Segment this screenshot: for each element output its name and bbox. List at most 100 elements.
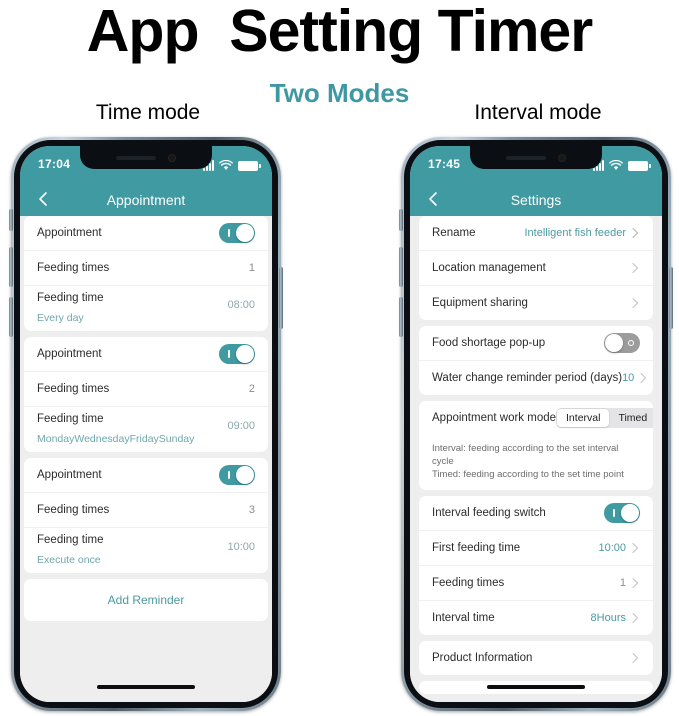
volume-up-button[interactable]	[399, 247, 403, 287]
equipment-sharing-row[interactable]: Equipment sharing	[419, 286, 653, 320]
work-mode-segmented-control[interactable]: Interval Timed	[556, 408, 653, 428]
add-reminder-card[interactable]: Add Reminder	[24, 579, 268, 621]
power-button[interactable]	[669, 267, 673, 329]
product-information-row[interactable]: Product Information	[419, 641, 653, 675]
appointment-toggle-row[interactable]: Appointment	[24, 458, 268, 493]
interval-time-row[interactable]: Interval time 8Hours	[419, 601, 653, 635]
product-information-card[interactable]: Product Information	[419, 641, 653, 675]
interval-feeding-switch-label: Interval feeding switch	[432, 507, 546, 519]
product-information-label: Product Information	[432, 652, 533, 664]
feeding-times-label: Feeding times	[37, 262, 110, 274]
chevron-right-icon	[632, 262, 639, 274]
alerts-card: Food shortage pop-up Water change remind…	[419, 326, 653, 395]
status-time: 17:04	[38, 157, 71, 171]
chevron-left-icon[interactable]	[34, 190, 52, 208]
location-management-row[interactable]: Location management	[419, 251, 653, 286]
nav-title: Appointment	[106, 192, 186, 208]
feeding-repeat-value: MondayWednesdayFridaySunday	[37, 433, 195, 445]
volume-down-button[interactable]	[399, 297, 403, 337]
chevron-right-icon	[632, 612, 639, 624]
mute-switch[interactable]	[9, 209, 13, 231]
work-mode-card: Appointment work mode Interval Timed Int…	[419, 401, 653, 490]
water-change-value: 10	[622, 372, 635, 384]
right-mode-caption: Interval mode	[474, 101, 602, 124]
rename-label: Rename	[432, 227, 476, 239]
settings-list: Rename Intelligent fish feeder Location …	[410, 216, 662, 702]
work-mode-label: Appointment work mode	[432, 412, 557, 424]
left-mode-caption: Time mode	[95, 101, 201, 124]
wifi-icon	[609, 160, 623, 171]
phone-notch	[80, 146, 212, 169]
work-mode-row: Appointment work mode Interval Timed	[419, 401, 653, 435]
navigation-bar: Settings	[410, 184, 662, 216]
appointment-toggle-row[interactable]: Appointment	[24, 216, 268, 251]
add-reminder-button[interactable]: Add Reminder	[24, 579, 268, 621]
first-feeding-time-value: 10:00	[598, 542, 626, 554]
volume-up-button[interactable]	[9, 247, 13, 287]
home-indicator[interactable]	[487, 685, 585, 689]
status-bar: 17:45	[410, 146, 662, 184]
wifi-icon	[219, 160, 233, 171]
feeding-times-value: 1	[619, 577, 626, 589]
phone-screen: 17:04 Appointment Appointment Feeding ti…	[20, 146, 272, 702]
first-feeding-time-row[interactable]: First feeding time 10:00	[419, 531, 653, 566]
feeding-times-label: Feeding times	[432, 577, 505, 589]
appointment-label: Appointment	[37, 469, 102, 481]
feeding-times-value: 2	[248, 383, 255, 395]
feeding-time-value: 08:00	[227, 299, 255, 311]
rename-row[interactable]: Rename Intelligent fish feeder	[419, 216, 653, 251]
power-button[interactable]	[279, 267, 283, 329]
earpiece-speaker	[506, 155, 546, 160]
phone-mockup-time-mode: 17:04 Appointment Appointment Feeding ti…	[9, 137, 283, 711]
segment-interval[interactable]: Interval	[557, 409, 610, 427]
status-time: 17:45	[428, 157, 461, 171]
food-shortage-label: Food shortage pop-up	[432, 337, 546, 349]
work-mode-description-line1: Interval: feeding according to the set i…	[432, 443, 619, 467]
feeding-times-row[interactable]: Feeding times 3	[24, 493, 268, 528]
chevron-right-icon	[632, 227, 639, 239]
feeding-repeat-value: Every day	[37, 312, 84, 324]
food-shortage-toggle[interactable]	[604, 333, 640, 353]
appointment-toggle[interactable]	[219, 223, 255, 243]
feeding-times-value: 1	[248, 262, 255, 274]
phone-screen: 17:45 Settings Rename Intelligent fish f…	[410, 146, 662, 702]
location-management-label: Location management	[432, 262, 546, 274]
segment-timed[interactable]: Timed	[609, 409, 653, 427]
feeding-repeat-value: Execute once	[37, 554, 101, 566]
feeding-times-row[interactable]: Feeding times 2	[24, 372, 268, 407]
feeding-time-row[interactable]: Feeding time 09:00 MondayWednesdayFriday…	[24, 407, 268, 452]
feeding-times-row[interactable]: Feeding times 1	[419, 566, 653, 601]
chevron-left-icon[interactable]	[424, 190, 442, 208]
appointment-card: Appointment Feeding times 2 Feeding time…	[24, 337, 268, 452]
chevron-right-icon	[632, 577, 639, 589]
settings-list: Appointment Feeding times 1 Feeding time…	[20, 216, 272, 702]
feeding-time-label: Feeding time	[37, 534, 104, 546]
interval-feeding-switch-row[interactable]: Interval feeding switch	[419, 496, 653, 531]
chevron-right-icon	[632, 542, 639, 554]
appointment-card: Appointment Feeding times 1 Feeding time…	[24, 216, 268, 331]
appointment-toggle[interactable]	[219, 344, 255, 364]
appointment-card: Appointment Feeding times 3 Feeding time…	[24, 458, 268, 573]
feeding-time-row[interactable]: Feeding time 08:00 Every day	[24, 286, 268, 331]
front-camera	[558, 153, 566, 162]
mute-switch[interactable]	[399, 209, 403, 231]
food-shortage-row[interactable]: Food shortage pop-up	[419, 326, 653, 361]
appointment-toggle[interactable]	[219, 465, 255, 485]
interval-feeding-toggle[interactable]	[604, 503, 640, 523]
phone-mockup-interval-mode: 17:45 Settings Rename Intelligent fish f…	[399, 137, 673, 711]
water-change-row[interactable]: Water change reminder period (days) 10	[419, 361, 653, 395]
status-bar: 17:04	[20, 146, 272, 184]
feeding-time-row[interactable]: Feeding time 10:00 Execute once	[24, 528, 268, 573]
feeding-time-label: Feeding time	[37, 292, 104, 304]
phone-notch	[470, 146, 602, 169]
front-camera	[168, 153, 176, 162]
feeding-times-value: 3	[248, 504, 255, 516]
volume-down-button[interactable]	[9, 297, 13, 337]
device-card: Rename Intelligent fish feeder Location …	[419, 216, 653, 320]
interval-time-value: 8Hours	[590, 612, 626, 624]
interval-feeding-card: Interval feeding switch First feeding ti…	[419, 496, 653, 635]
feeding-times-row[interactable]: Feeding times 1	[24, 251, 268, 286]
home-indicator[interactable]	[97, 685, 195, 689]
appointment-toggle-row[interactable]: Appointment	[24, 337, 268, 372]
equipment-sharing-label: Equipment sharing	[432, 297, 528, 309]
